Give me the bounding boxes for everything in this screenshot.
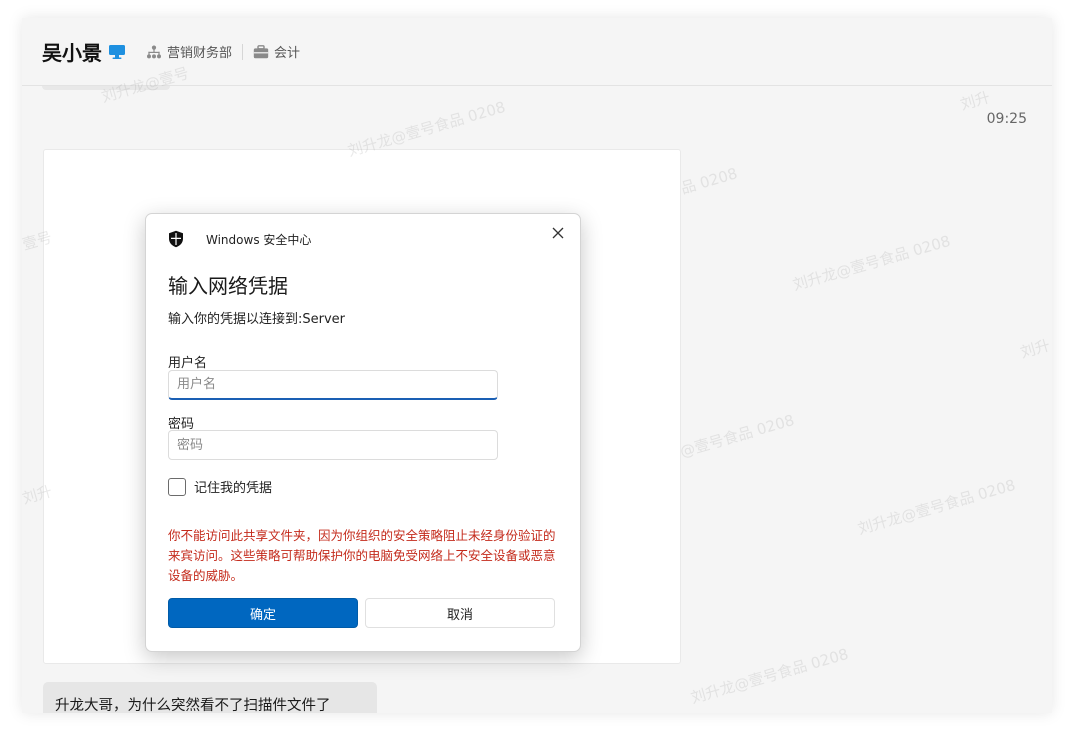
dialog-subtitle: 输入你的凭据以连接到:Server (168, 312, 346, 327)
close-icon[interactable] (548, 223, 568, 243)
password-input[interactable] (168, 430, 498, 460)
department-label: 营销财务部 (167, 46, 233, 61)
message-bubble[interactable]: 升龙大哥，为什么突然看不了扫描件文件了 (43, 682, 377, 713)
desktop-icon (108, 44, 126, 60)
username-input[interactable] (168, 370, 498, 400)
cancel-button[interactable]: 取消 (365, 598, 555, 628)
chat-window: 吴小景 营销财务部 会计 09:25 Windows 安全中心 输入网络凭据 输… (22, 18, 1052, 713)
username-label: 用户名 (168, 356, 208, 371)
credentials-dialog: Windows 安全中心 输入网络凭据 输入你的凭据以连接到:Server 用户… (145, 213, 581, 652)
header-divider (242, 43, 244, 60)
error-message: 你不能访问此共享文件夹，因为你组织的安全策略阻止未经身份验证的来宾访问。这些策略… (168, 528, 556, 583)
role-label: 会计 (274, 46, 301, 61)
ok-button[interactable]: 确定 (168, 598, 358, 628)
message-timestamp: 09:25 (986, 111, 1027, 127)
briefcase-icon (253, 44, 269, 59)
chat-header: 吴小景 营销财务部 会计 (22, 18, 1052, 86)
contact-name[interactable]: 吴小景 (42, 37, 102, 66)
dialog-app-title: Windows 安全中心 (206, 233, 312, 247)
org-chart-icon (146, 45, 162, 59)
remember-checkbox[interactable] (168, 477, 186, 496)
shield-icon (168, 230, 184, 252)
remember-credentials-row: 记住我的凭据 (168, 477, 272, 496)
screenshot-image-message[interactable]: Windows 安全中心 输入网络凭据 输入你的凭据以连接到:Server 用户… (43, 149, 681, 664)
dialog-title: 输入网络凭据 (168, 274, 288, 298)
remember-label[interactable]: 记住我的凭据 (194, 477, 272, 496)
message-text: 升龙大哥，为什么突然看不了扫描件文件了 (55, 698, 331, 713)
